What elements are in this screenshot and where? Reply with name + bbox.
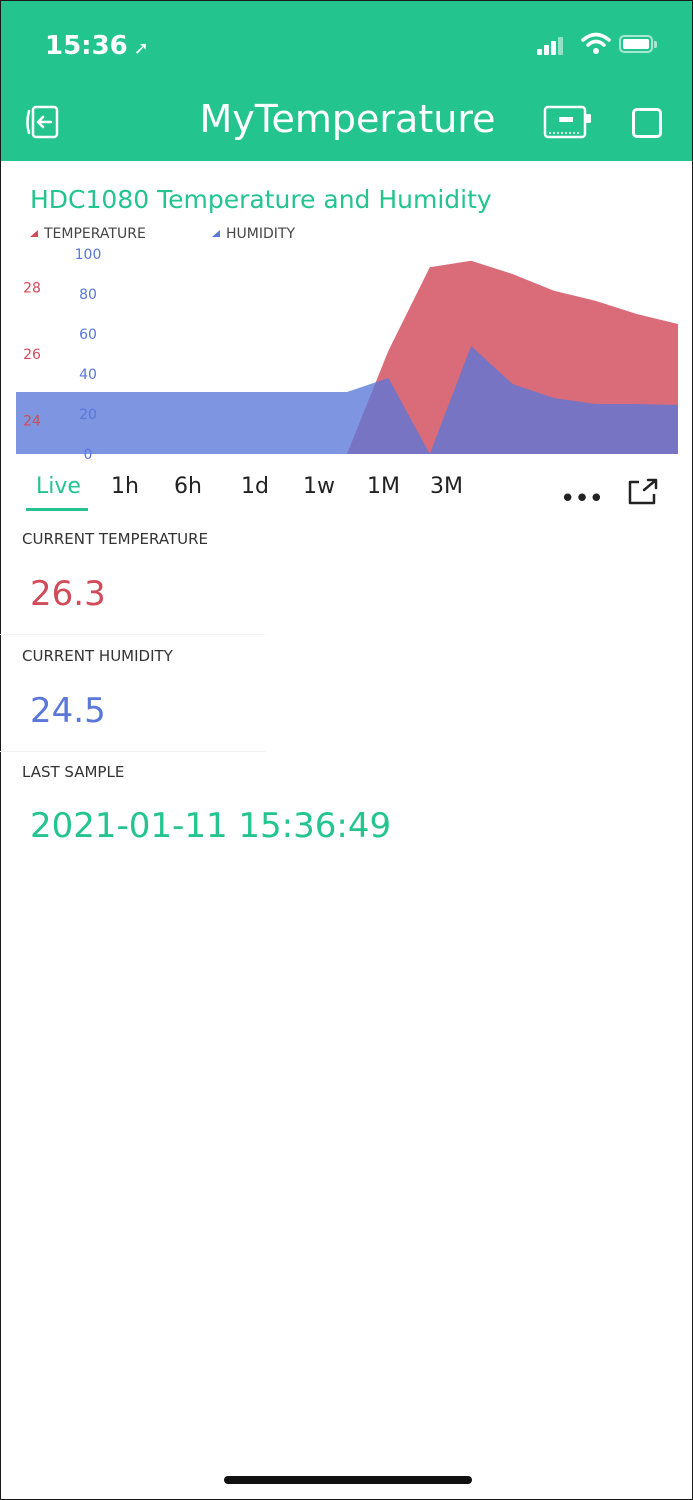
last-sample-label: LAST SAMPLE — [22, 763, 125, 781]
wifi-icon — [581, 32, 611, 54]
tab-1h[interactable]: 1h — [111, 474, 139, 499]
status-time: 15:36 ➚ — [45, 31, 149, 61]
divider — [0, 634, 265, 635]
tab-1w[interactable]: 1w — [303, 474, 335, 499]
axis-tick-label: 24 — [23, 414, 41, 430]
home-indicator[interactable] — [224, 1476, 472, 1484]
tab-live[interactable]: Live — [36, 474, 81, 499]
axis-tick-label: 0 — [84, 447, 93, 460]
current-temperature-value: 26.3 — [30, 574, 106, 614]
axis-tick-label: 20 — [79, 407, 97, 423]
axis-tick-label: 26 — [23, 347, 41, 363]
location-arrow-icon: ➚ — [133, 38, 149, 59]
export-icon[interactable] — [627, 478, 659, 506]
current-humidity-value: 24.5 — [30, 691, 106, 731]
axis-tick-label: 40 — [79, 367, 97, 383]
screen-frame — [0, 0, 693, 1500]
chart-title: HDC1080 Temperature and Humidity — [30, 185, 492, 214]
last-sample-value: 2021-01-11 15:36:49 — [30, 806, 392, 846]
axis-tick-label: 60 — [79, 327, 97, 343]
battery-icon — [619, 35, 657, 53]
active-tab-indicator — [26, 508, 88, 511]
cellular-signal-icon — [537, 35, 567, 55]
legend-humidity-marker — [212, 230, 220, 237]
tab-1d[interactable]: 1d — [241, 474, 269, 499]
status-clock: 15:36 — [45, 31, 128, 61]
tab-3m[interactable]: 3M — [430, 474, 463, 499]
stop-icon[interactable] — [632, 108, 662, 138]
axis-tick-label: 28 — [23, 280, 41, 296]
axis-tick-label: 80 — [79, 287, 97, 303]
divider — [0, 751, 265, 752]
tab-1m[interactable]: 1M — [367, 474, 400, 499]
tab-6h[interactable]: 6h — [174, 474, 202, 499]
current-humidity-label: CURRENT HUMIDITY — [22, 647, 173, 665]
axis-tick-label: 100 — [75, 247, 102, 263]
app-header: 15:36 ➚ MyTemperature — [1, 1, 692, 161]
legend-temperature-marker — [30, 230, 38, 237]
device-icon[interactable] — [543, 105, 595, 139]
current-temperature-label: CURRENT TEMPERATURE — [22, 530, 208, 548]
more-dots-icon[interactable]: ••• — [560, 484, 604, 514]
chart-area[interactable]: 24 26 28 0 20 40 60 80 100 — [0, 240, 693, 460]
